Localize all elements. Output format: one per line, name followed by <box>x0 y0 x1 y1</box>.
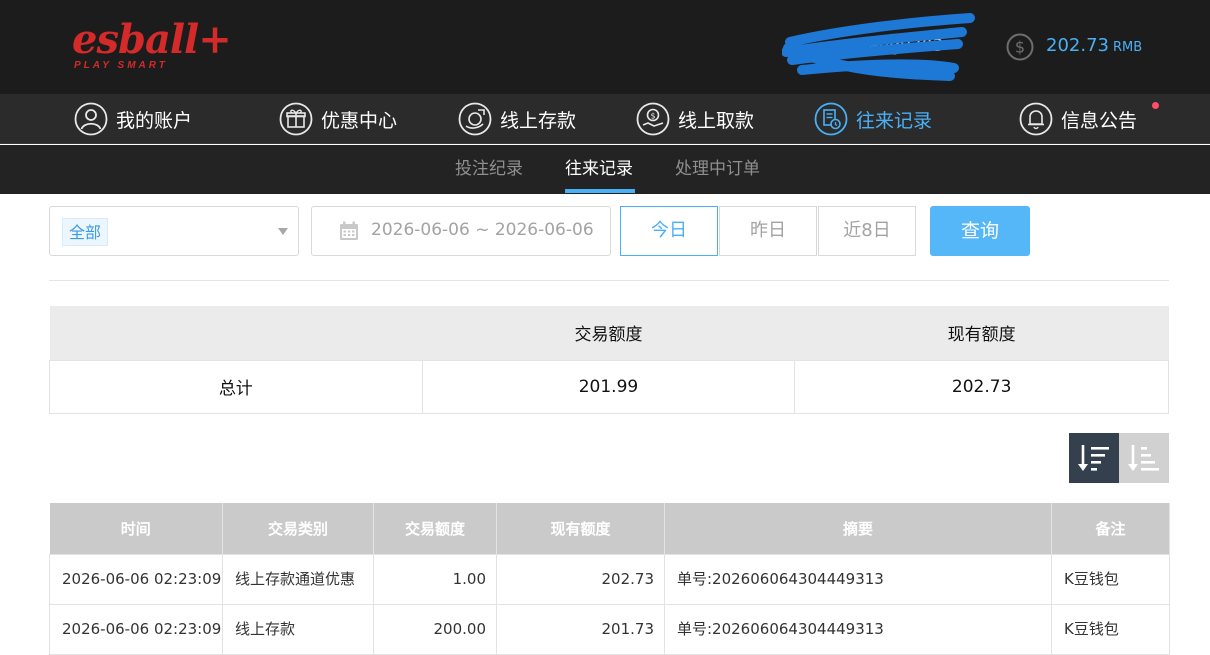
nav-announcements[interactable]: 信息公告 <box>1019 101 1137 137</box>
nav-label: 线上存款 <box>500 109 577 132</box>
balance-currency: RMB <box>1112 40 1143 55</box>
nav-transaction-records[interactable]: 往来记录 <box>814 101 932 137</box>
quick-yesterday-button[interactable]: 昨日 <box>719 206 817 256</box>
table-row[interactable]: 2026-06-06 02:23:09 线上存款 200.00 201.73 单… <box>49 603 1170 655</box>
subtab-transaction-records[interactable]: 往来记录 <box>565 145 633 194</box>
records-icon <box>814 102 848 136</box>
cell-balance: 202.73 <box>496 553 665 605</box>
summary-total-label: 总计 <box>49 359 423 414</box>
logo[interactable]: esball+ PLAY SMART <box>72 18 232 78</box>
nav-label: 我的账户 <box>116 109 193 132</box>
svg-text:$: $ <box>1015 38 1025 57</box>
summary-header-balance: 现有额度 <box>794 306 1169 360</box>
redaction-scribble <box>782 13 975 81</box>
date-range-picker[interactable]: 2026-06-06 ~ 2026-06-06 <box>311 206 611 256</box>
cell-type: 线上存款 <box>222 603 374 655</box>
divider <box>49 280 1169 281</box>
summary-header-row: 交易额度 现有额度 <box>49 306 1169 360</box>
nav-label: 往来记录 <box>856 109 933 132</box>
caret-down-icon <box>278 228 288 235</box>
summary-total-amount: 201.99 <box>421 359 796 414</box>
sort-descending-icon <box>1078 445 1109 471</box>
column-header-summary[interactable]: 摘要 <box>664 503 1052 554</box>
records-table: 时间 交易类别 交易额度 现有额度 摘要 备注 2026-06-06 02:23… <box>49 503 1170 655</box>
transaction-type-select[interactable]: 全部 <box>49 206 299 256</box>
main-nav: 我的账户 优惠中心 线上存款 $ 线上取款 往来记录 信息公告 <box>0 94 1210 144</box>
svg-text:$: $ <box>650 112 655 121</box>
sort-ascending-icon <box>1128 445 1159 471</box>
user-icon <box>74 102 108 136</box>
top-header: esball+ PLAY SMART cheng0703 $ 202.73 RMB <box>0 0 1210 94</box>
query-button[interactable]: 查询 <box>930 206 1030 256</box>
summary-header-blank <box>49 306 423 360</box>
summary-row: 总计 201.99 202.73 <box>49 359 1169 414</box>
active-tab-indicator <box>565 189 635 193</box>
nav-label: 优惠中心 <box>321 109 398 132</box>
subtab-pending-orders[interactable]: 处理中订单 <box>675 145 760 194</box>
subtab-bet-records[interactable]: 投注纪录 <box>455 145 523 194</box>
column-header-type[interactable]: 交易类别 <box>222 503 374 554</box>
cell-type: 线上存款通道优惠 <box>222 553 374 605</box>
gift-icon <box>279 102 313 136</box>
summary-current-balance: 202.73 <box>794 359 1169 414</box>
cell-summary: 单号:202606064304449313 <box>664 553 1052 605</box>
nav-my-account[interactable]: 我的账户 <box>74 101 192 137</box>
nav-online-withdraw[interactable]: $ 线上取款 <box>636 101 754 137</box>
cell-amount: 1.00 <box>373 553 497 605</box>
cell-time: 2026-06-06 02:23:09 <box>49 553 223 605</box>
nav-promotions[interactable]: 优惠中心 <box>279 101 397 137</box>
cell-note: K豆钱包 <box>1051 603 1170 655</box>
bell-icon <box>1019 102 1053 136</box>
table-row[interactable]: 2026-06-06 02:23:09 线上存款通道优惠 1.00 202.73… <box>49 553 1170 605</box>
date-range-text: 2026-06-06 ~ 2026-06-06 <box>371 220 594 240</box>
cell-balance: 201.73 <box>496 603 665 655</box>
notification-dot <box>1152 102 1159 109</box>
selected-type-tag: 全部 <box>62 218 109 246</box>
cell-note: K豆钱包 <box>1051 553 1170 605</box>
nav-online-deposit[interactable]: 线上存款 <box>458 101 576 137</box>
quick-last-8-days-button[interactable]: 近8日 <box>818 206 916 256</box>
cell-amount: 200.00 <box>373 603 497 655</box>
nav-label: 信息公告 <box>1061 109 1138 132</box>
withdraw-icon: $ <box>636 102 670 136</box>
column-header-time[interactable]: 时间 <box>49 503 223 554</box>
calendar-icon <box>340 221 358 240</box>
sub-nav: 投注纪录 往来记录 处理中订单 <box>0 145 1210 194</box>
column-header-balance[interactable]: 现有额度 <box>496 503 665 554</box>
records-header-row: 时间 交易类别 交易额度 现有额度 摘要 备注 <box>49 503 1170 554</box>
column-header-note[interactable]: 备注 <box>1051 503 1170 554</box>
sort-descending-button[interactable] <box>1069 433 1119 483</box>
dollar-coin-icon: $ <box>1006 33 1034 61</box>
column-header-amount[interactable]: 交易额度 <box>373 503 497 554</box>
cell-summary: 单号:202606064304449313 <box>664 603 1052 655</box>
cell-time: 2026-06-06 02:23:09 <box>49 603 223 655</box>
logo-wordmark: esball+ <box>72 16 232 63</box>
balance-amount: 202.73 <box>1046 35 1109 56</box>
balance-display: 202.73 RMB <box>1046 35 1142 56</box>
summary-header-amount: 交易额度 <box>422 306 795 360</box>
deposit-icon <box>458 102 492 136</box>
nav-label: 线上取款 <box>678 109 755 132</box>
summary-table: 交易额度 现有额度 总计 201.99 202.73 <box>49 306 1169 414</box>
sort-ascending-button[interactable] <box>1119 433 1169 483</box>
quick-today-button[interactable]: 今日 <box>620 206 718 256</box>
logo-tagline: PLAY SMART <box>74 60 168 71</box>
